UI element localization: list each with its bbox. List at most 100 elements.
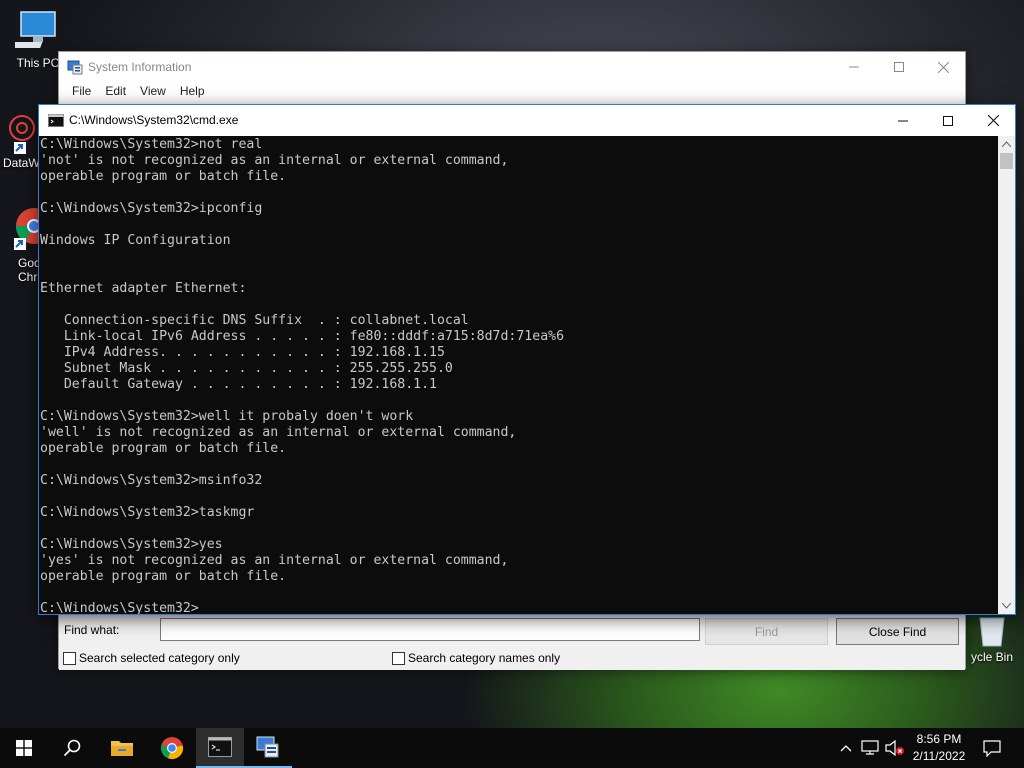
action-center-button[interactable] <box>980 728 1004 768</box>
search-icon <box>63 739 81 757</box>
menu-help[interactable]: Help <box>173 82 212 102</box>
find-button[interactable]: Find <box>705 618 828 645</box>
chrome-icon <box>161 737 184 760</box>
console-line: C:\Windows\System32>taskmgr <box>40 505 255 520</box>
windows-logo-icon <box>16 740 32 756</box>
clock[interactable]: 8:56 PM 2/11/2022 <box>905 731 973 765</box>
close-button[interactable] <box>970 105 1016 136</box>
start-button[interactable] <box>0 728 48 768</box>
console-output[interactable]: C:\Windows\System32>not real'not' is not… <box>39 136 999 614</box>
window-titlebar[interactable]: C:\Windows\System32\cmd.exe <box>39 105 1015 136</box>
system-info-icon <box>256 736 279 758</box>
show-hidden-icons-button[interactable] <box>836 728 856 768</box>
recycle-bin-icon <box>979 617 1005 647</box>
close-icon <box>937 61 949 73</box>
console-line: C:\Windows\System32>msinfo32 <box>40 473 263 488</box>
scroll-up-icon[interactable] <box>1002 141 1011 147</box>
console-line: 'well' is not recognized as an internal … <box>40 425 517 440</box>
menu-edit[interactable]: Edit <box>98 82 133 102</box>
console-line: C:\Windows\System32>well it probaly doen… <box>40 409 414 424</box>
minimize-button[interactable] <box>831 52 877 82</box>
find-what-input[interactable] <box>160 618 700 641</box>
app-icon <box>9 115 35 154</box>
console-line: C:\Windows\System32>yes <box>40 537 223 552</box>
console-line: IPv4 Address. . . . . . . . . . . : 192.… <box>40 345 445 360</box>
window-title: System Information <box>88 60 192 74</box>
network-status-button[interactable] <box>858 728 882 768</box>
network-icon <box>861 740 879 755</box>
close-icon <box>987 115 999 126</box>
vertical-scrollbar[interactable] <box>998 136 1015 614</box>
clock-time: 8:56 PM <box>916 732 962 746</box>
console-line: Subnet Mask . . . . . . . . . . . : 255.… <box>40 361 453 376</box>
console-line: C:\Windows\System32>not real <box>40 137 263 152</box>
folder-icon <box>111 741 133 756</box>
console-line: C:\Windows\System32> <box>40 601 199 614</box>
minimize-icon <box>849 66 859 68</box>
scroll-down-icon[interactable] <box>1002 603 1011 609</box>
taskbar-system-information[interactable] <box>244 728 292 768</box>
taskbar-file-explorer[interactable] <box>98 728 146 768</box>
search-selected-category-checkbox[interactable]: Search selected category only <box>63 651 240 665</box>
taskbar: 8:56 PM 2/11/2022 <box>0 728 1024 768</box>
maximize-button[interactable] <box>876 52 922 82</box>
desktop-icon-label: ycle Bin <box>970 650 1014 664</box>
minimize-button[interactable] <box>880 105 926 136</box>
menu-view[interactable]: View <box>133 82 173 102</box>
desktop-icon-chrome[interactable]: Goo Chro <box>0 206 44 284</box>
console-line: Ethernet adapter Ethernet: <box>40 281 247 296</box>
checkbox-label: Search category names only <box>408 651 561 665</box>
desktop-icon-dataw[interactable]: DataW <box>0 112 40 170</box>
checkbox-box <box>392 651 405 665</box>
scrollbar-thumb[interactable] <box>1000 153 1013 169</box>
console-line: 'not' is not recognized as an internal o… <box>40 153 509 168</box>
desktop-icon-recycle-bin[interactable]: ycle Bin <box>960 614 1024 664</box>
find-bar: Find what: Find Close Find Search select… <box>59 614 965 670</box>
computer-icon <box>15 11 56 48</box>
console-line: Windows IP Configuration <box>40 233 231 248</box>
clock-date: 2/11/2022 <box>912 749 966 763</box>
close-find-button[interactable]: Close Find <box>836 618 959 645</box>
console-line: Default Gateway . . . . . . . . . : 192.… <box>40 377 437 392</box>
taskbar-chrome[interactable] <box>148 728 196 768</box>
menu-bar: File Edit View Help <box>59 82 965 102</box>
system-info-icon <box>67 60 83 75</box>
volume-muted-icon <box>885 740 904 756</box>
volume-button[interactable] <box>884 728 906 768</box>
search-category-names-checkbox[interactable]: Search category names only <box>392 651 560 665</box>
checkbox-label: Search selected category only <box>79 651 240 665</box>
cmd-icon <box>48 114 64 127</box>
desktop-icon-label: DataW <box>3 156 40 170</box>
console-line: operable program or batch file. <box>40 569 287 584</box>
console-line: Connection-specific DNS Suffix . : colla… <box>40 313 469 328</box>
console-line: operable program or batch file. <box>40 169 287 184</box>
chrome-icon <box>14 208 40 250</box>
minimize-icon <box>898 120 908 121</box>
cmd-icon <box>208 737 232 757</box>
search-button[interactable] <box>48 728 96 768</box>
close-button[interactable] <box>920 52 966 82</box>
maximize-button[interactable] <box>925 105 971 136</box>
console-line: operable program or batch file. <box>40 441 287 456</box>
taskbar-cmd[interactable] <box>196 728 244 768</box>
console-line: Link-local IPv6 Address . . . . . : fe80… <box>40 329 565 344</box>
console-line: 'yes' is not recognized as an internal o… <box>40 553 509 568</box>
menu-file[interactable]: File <box>65 82 98 102</box>
checkbox-box <box>63 651 76 665</box>
window-titlebar[interactable]: System Information <box>59 52 965 82</box>
cmd-window[interactable]: C:\Windows\System32\cmd.exe C:\Windows\S… <box>38 104 1016 615</box>
window-title: C:\Windows\System32\cmd.exe <box>69 113 239 127</box>
desktop-icon-label: This PC <box>16 56 60 70</box>
desktop-icon-label: Goo Chro <box>18 256 45 284</box>
notification-icon <box>983 739 1001 757</box>
